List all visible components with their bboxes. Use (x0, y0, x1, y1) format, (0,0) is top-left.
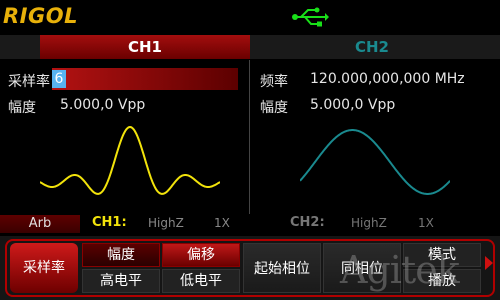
ch1-rate-input[interactable]: 6 (52, 68, 238, 90)
ch2-freq-value: 120.000,000,000 MHz (310, 71, 465, 87)
ch2-freq-label: 频率 (260, 74, 288, 90)
ch1-impedance: HighZ (148, 216, 184, 230)
watermark: Agitek (340, 248, 460, 292)
softkey-high-level[interactable]: 高电平 (82, 269, 160, 293)
softkey-offset[interactable]: 偏移 (162, 243, 240, 267)
ch2-amp-label: 幅度 (260, 100, 288, 116)
ch1-scale: 1X (214, 216, 230, 230)
ch1-amp-label: 幅度 (8, 100, 36, 116)
ch2-panel: 频率 120.000,000,000 MHz 幅度 5.000,0 Vpp (250, 60, 500, 214)
softkey-sample-rate[interactable]: 采样率 (10, 243, 78, 293)
mode-badge: Arb (0, 215, 80, 233)
rigol-logo: RIGOL (3, 4, 78, 28)
softkey-amplitude[interactable]: 幅度 (82, 243, 160, 267)
ch1-rate-cursor: 6 (52, 70, 66, 88)
ch1-status-label: CH1: (92, 215, 127, 230)
ch2-amp-value: 5.000,0 Vpp (310, 97, 396, 113)
tab-ch2[interactable]: CH2 (262, 35, 482, 59)
next-page-icon[interactable] (485, 256, 493, 270)
ch1-amp-value: 5.000,0 Vpp (60, 97, 146, 113)
ch1-waveform (40, 125, 220, 195)
ch2-status-label: CH2: (290, 215, 325, 230)
softkey-low-level[interactable]: 低电平 (162, 269, 240, 293)
ch2-waveform (300, 129, 450, 195)
ch1-panel: 采样率 6 幅度 5.000,0 Vpp (0, 60, 250, 214)
ch1-rate-label: 采样率 (8, 74, 50, 90)
usb-icon (292, 7, 329, 27)
softkey-start-phase[interactable]: 起始相位 (243, 243, 321, 293)
ch2-scale: 1X (418, 216, 434, 230)
ch2-impedance: HighZ (351, 216, 387, 230)
tab-ch1[interactable]: CH1 (40, 35, 250, 59)
